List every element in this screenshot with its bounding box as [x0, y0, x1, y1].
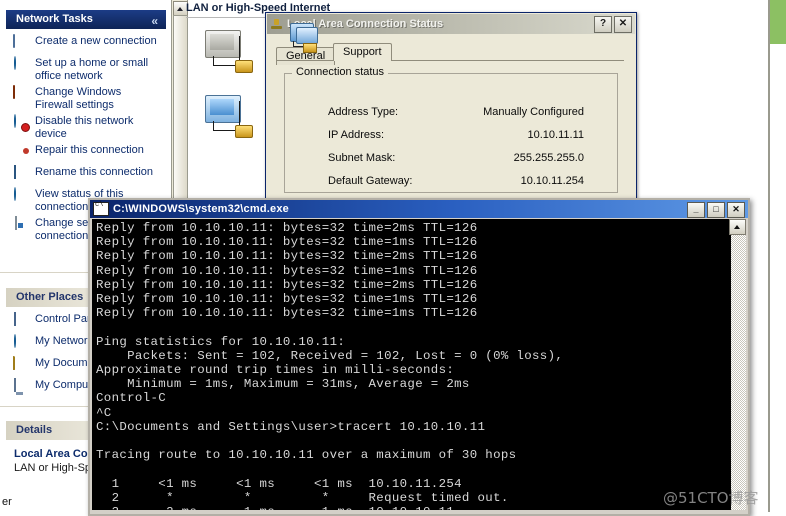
- console-scroll-up-icon[interactable]: [729, 219, 746, 235]
- rename-icon: [12, 165, 30, 184]
- connection-icon-enabled[interactable]: [205, 95, 261, 141]
- row-value: 255.255.255.0: [513, 152, 584, 164]
- row-subnet-mask: Subnet Mask: 255.255.255.0: [266, 149, 598, 172]
- row-value: 10.10.11.11: [527, 129, 584, 141]
- row-default-gateway: Default Gateway: 10.10.11.254: [266, 172, 598, 195]
- task-create-new-connection[interactable]: Create a new connection: [12, 34, 162, 53]
- task-repair-connection[interactable]: Repair this connection: [12, 144, 162, 162]
- task-change-firewall-settings[interactable]: Change Windows Firewall settings: [12, 85, 162, 111]
- cmd-window-title: C:\WINDOWS\system32\cmd.exe: [113, 203, 289, 215]
- help-button[interactable]: ?: [594, 16, 612, 33]
- task-label: Create a new connection: [35, 35, 157, 47]
- network-connection-icon: [270, 18, 283, 31]
- task-setup-home-network[interactable]: Set up a home or small office network: [12, 56, 162, 82]
- close-button[interactable]: ✕: [614, 16, 632, 33]
- console-icon: [93, 201, 109, 216]
- task-label: Disable this network device: [35, 115, 134, 140]
- console-text: Reply from 10.10.10.11: bytes=32 time=2m…: [96, 221, 564, 510]
- disable-device-icon: [12, 114, 30, 133]
- connection-status-icon: [288, 23, 324, 53]
- console-output-area[interactable]: Reply from 10.10.10.11: bytes=32 time=2m…: [92, 219, 731, 510]
- my-computer-icon: [12, 378, 30, 397]
- watermark: @51CTO博客: [663, 489, 759, 507]
- cmd-titlebar[interactable]: C:\WINDOWS\system32\cmd.exe _ □ ✕: [90, 200, 748, 218]
- control-panel-icon: [12, 312, 30, 331]
- network-tasks-header[interactable]: Network Tasks «: [6, 10, 166, 29]
- row-label: Default Gateway:: [328, 175, 413, 187]
- task-label: Change Windows Firewall settings: [35, 86, 122, 111]
- details-title: Details: [16, 424, 53, 436]
- status-dialog-tabs: General Support: [276, 43, 624, 65]
- home-network-icon: [12, 56, 30, 75]
- my-documents-icon: [12, 356, 30, 375]
- minimize-button[interactable]: _: [687, 202, 705, 218]
- change-settings-icon: [12, 216, 30, 235]
- task-label: Rename this connection: [35, 166, 154, 178]
- my-network-places-icon: [12, 334, 30, 353]
- maximize-button[interactable]: □: [707, 202, 725, 218]
- status-dialog-window-buttons: ? ✕: [592, 16, 632, 33]
- connection-status-group-label: Connection status: [292, 66, 389, 78]
- row-label: Address Type:: [328, 106, 399, 118]
- row-label: IP Address:: [328, 129, 385, 141]
- row-address-type: Address Type: Manually Configured: [266, 103, 598, 126]
- task-label: Set up a home or small office network: [35, 57, 149, 82]
- local-area-connection-status-dialog: Local Area Connection Status ? ✕ General…: [265, 12, 637, 218]
- row-value: 10.10.11.254: [520, 175, 584, 187]
- repair-wrench-icon: [12, 144, 30, 162]
- row-label: Subnet Mask:: [328, 152, 396, 164]
- network-tasks-title: Network Tasks: [16, 13, 93, 25]
- firewall-icon: [12, 85, 30, 104]
- task-disable-network-device[interactable]: Disable this network device: [12, 114, 162, 140]
- other-places-title: Other Places: [16, 291, 84, 303]
- close-button[interactable]: ✕: [727, 202, 745, 218]
- command-prompt-window: C:\WINDOWS\system32\cmd.exe _ □ ✕ Reply …: [88, 198, 750, 516]
- desktop-right-margin: [756, 0, 786, 512]
- right-edge-divider: [768, 0, 770, 512]
- row-ip-address: IP Address: 10.10.11.11: [266, 126, 598, 149]
- cmd-window-buttons: _ □ ✕: [685, 202, 745, 218]
- green-accent-strip: [770, 0, 786, 44]
- connection-icon-disabled[interactable]: [205, 30, 261, 76]
- row-value: Manually Configured: [483, 106, 584, 118]
- cut-text: er: [2, 496, 12, 508]
- tab-underline: [276, 60, 624, 61]
- view-status-icon: [12, 187, 30, 206]
- new-connection-icon: [12, 34, 30, 53]
- tab-support[interactable]: Support: [333, 43, 392, 61]
- task-label: Repair this connection: [35, 144, 144, 156]
- chevron-up-icon[interactable]: «: [151, 12, 158, 31]
- console-scrollbar[interactable]: [731, 219, 746, 510]
- task-rename-connection[interactable]: Rename this connection: [12, 165, 162, 184]
